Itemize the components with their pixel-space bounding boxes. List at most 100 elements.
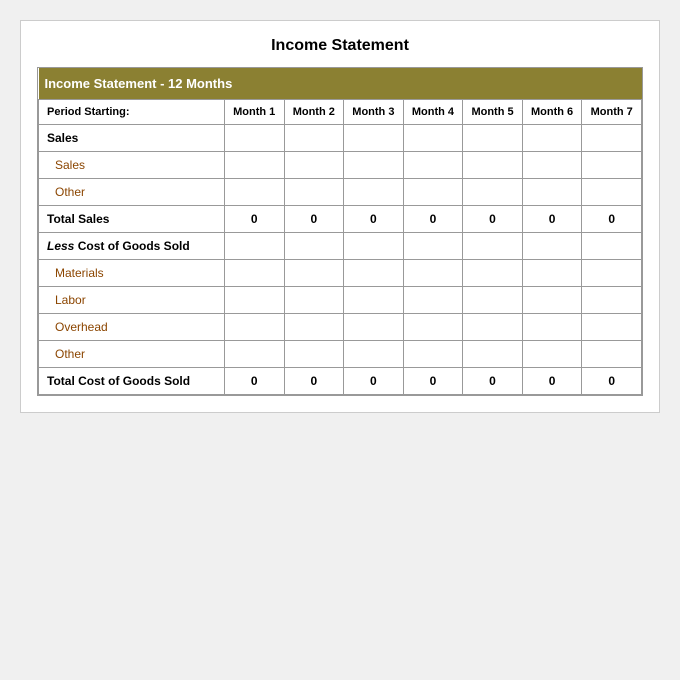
sales-other-m1	[224, 179, 284, 206]
cogs-header-label: Less Cost of Goods Sold	[39, 233, 225, 260]
table-subtitle: Income Statement - 12 Months	[39, 68, 642, 100]
total-cogs-m5: 0	[463, 368, 523, 395]
cogs-other-m7	[582, 341, 642, 368]
cogs-suffix: Cost of Goods Sold	[74, 239, 189, 253]
cogs-other-m3	[344, 341, 404, 368]
cogs-other-m6	[522, 341, 582, 368]
materials-row: Materials	[39, 260, 642, 287]
sales-h-m5	[463, 125, 523, 152]
cogs-h-m7	[582, 233, 642, 260]
income-statement-table: Income Statement - 12 Months Period Star…	[38, 68, 642, 395]
sales-v-m4	[403, 152, 463, 179]
ovh-m5	[463, 314, 523, 341]
mat-m2	[284, 260, 344, 287]
mat-m4	[403, 260, 463, 287]
total-cogs-m3: 0	[344, 368, 404, 395]
total-cogs-m6: 0	[522, 368, 582, 395]
col-month7: Month 7	[582, 100, 642, 125]
total-cogs-row: Total Cost of Goods Sold 0 0 0 0 0 0 0	[39, 368, 642, 395]
total-cogs-m2: 0	[284, 368, 344, 395]
sales-v-m1	[224, 152, 284, 179]
sales-other-m3	[344, 179, 404, 206]
sales-label: Sales	[39, 125, 225, 152]
lab-m4	[403, 287, 463, 314]
sales-row: Sales	[39, 152, 642, 179]
overhead-label: Overhead	[39, 314, 225, 341]
lab-m7	[582, 287, 642, 314]
materials-label: Materials	[39, 260, 225, 287]
cogs-less-italic: Less	[47, 239, 74, 253]
sales-other-label: Other	[39, 179, 225, 206]
cogs-other-row: Other	[39, 341, 642, 368]
lab-m1	[224, 287, 284, 314]
ovh-m4	[403, 314, 463, 341]
total-sales-m4: 0	[403, 206, 463, 233]
sales-h-m1	[224, 125, 284, 152]
total-cogs-m1: 0	[224, 368, 284, 395]
cogs-h-m5	[463, 233, 523, 260]
cogs-h-m6	[522, 233, 582, 260]
sales-h-m2	[284, 125, 344, 152]
cogs-h-m1	[224, 233, 284, 260]
sales-other-m4	[403, 179, 463, 206]
sales-h-m4	[403, 125, 463, 152]
mat-m6	[522, 260, 582, 287]
sales-v-m6	[522, 152, 582, 179]
table-wrapper: Income Statement - 12 Months Period Star…	[37, 67, 643, 396]
total-sales-label: Total Sales	[39, 206, 225, 233]
lab-m2	[284, 287, 344, 314]
column-header-row: Period Starting: Month 1 Month 2 Month 3…	[39, 100, 642, 125]
col-month6: Month 6	[522, 100, 582, 125]
mat-m7	[582, 260, 642, 287]
lab-m3	[344, 287, 404, 314]
mat-m1	[224, 260, 284, 287]
cogs-section-header: Less Cost of Goods Sold	[39, 233, 642, 260]
ovh-m6	[522, 314, 582, 341]
total-sales-m1: 0	[224, 206, 284, 233]
labor-label: Labor	[39, 287, 225, 314]
col-month2: Month 2	[284, 100, 344, 125]
total-sales-m5: 0	[463, 206, 523, 233]
total-sales-m6: 0	[522, 206, 582, 233]
ovh-m2	[284, 314, 344, 341]
sales-v-m3	[344, 152, 404, 179]
table-header-row: Income Statement - 12 Months	[39, 68, 642, 100]
lab-m5	[463, 287, 523, 314]
labor-row: Labor	[39, 287, 642, 314]
total-sales-m2: 0	[284, 206, 344, 233]
overhead-row: Overhead	[39, 314, 642, 341]
total-sales-row: Total Sales 0 0 0 0 0 0 0	[39, 206, 642, 233]
sales-other-m2	[284, 179, 344, 206]
cogs-h-m4	[403, 233, 463, 260]
cogs-other-m1	[224, 341, 284, 368]
sales-v-m7	[582, 152, 642, 179]
sales-v-m5	[463, 152, 523, 179]
ovh-m7	[582, 314, 642, 341]
ovh-m1	[224, 314, 284, 341]
page-container: Income Statement Income Statement - 12 M…	[20, 20, 660, 413]
sales-item-label: Sales	[39, 152, 225, 179]
page-title: Income Statement	[37, 37, 643, 55]
sales-section-header: Sales	[39, 125, 642, 152]
sales-h-m3	[344, 125, 404, 152]
col-month1: Month 1	[224, 100, 284, 125]
sales-other-m7	[582, 179, 642, 206]
sales-other-m5	[463, 179, 523, 206]
cogs-other-m5	[463, 341, 523, 368]
sales-v-m2	[284, 152, 344, 179]
mat-m3	[344, 260, 404, 287]
total-cogs-m7: 0	[582, 368, 642, 395]
col-month5: Month 5	[463, 100, 523, 125]
sales-h-m6	[522, 125, 582, 152]
col-month3: Month 3	[344, 100, 404, 125]
total-sales-m7: 0	[582, 206, 642, 233]
lab-m6	[522, 287, 582, 314]
sales-other-row: Other	[39, 179, 642, 206]
mat-m5	[463, 260, 523, 287]
total-cogs-m4: 0	[403, 368, 463, 395]
ovh-m3	[344, 314, 404, 341]
sales-h-m7	[582, 125, 642, 152]
total-sales-m3: 0	[344, 206, 404, 233]
col-month4: Month 4	[403, 100, 463, 125]
cogs-other-m4	[403, 341, 463, 368]
